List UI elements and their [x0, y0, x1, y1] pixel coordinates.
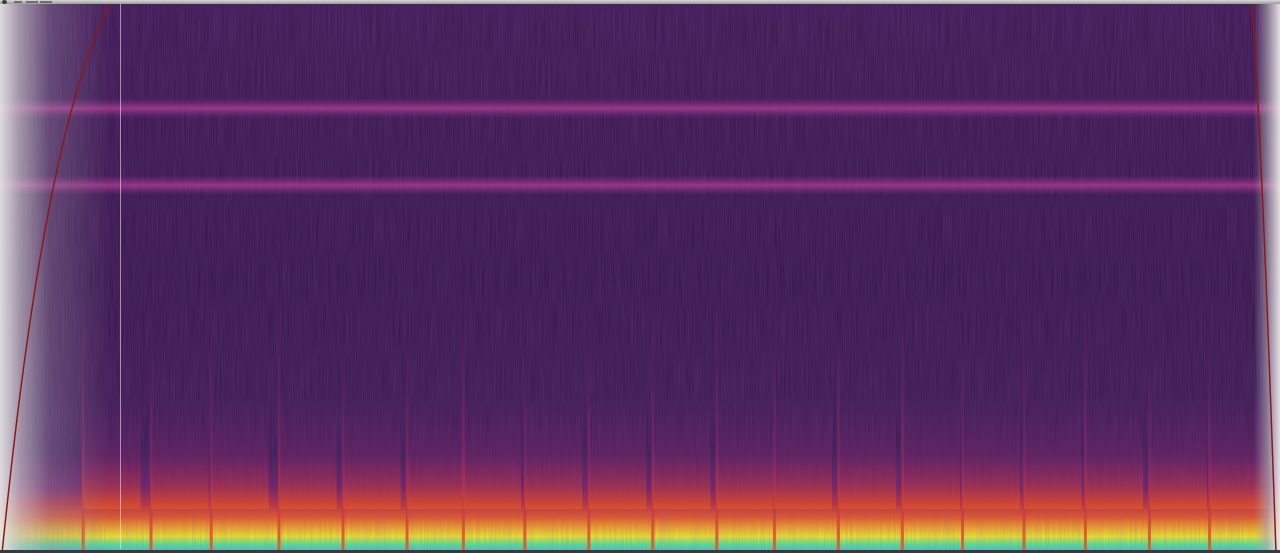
spectrogram-window	[0, 0, 1280, 553]
top-scrollbar[interactable]	[0, 0, 1280, 4]
left-fade-edge	[0, 4, 110, 553]
scroll-marker	[40, 1, 52, 3]
playhead-cursor[interactable]	[120, 4, 121, 549]
harmonic-band-1	[0, 98, 1280, 119]
harmonic-band-2	[0, 175, 1280, 196]
scroll-marker	[26, 1, 38, 3]
right-fade-edge	[1254, 4, 1280, 553]
scroll-marker	[14, 1, 22, 3]
scroll-knob[interactable]	[2, 0, 7, 4]
spectrogram-canvas[interactable]	[0, 4, 1280, 553]
